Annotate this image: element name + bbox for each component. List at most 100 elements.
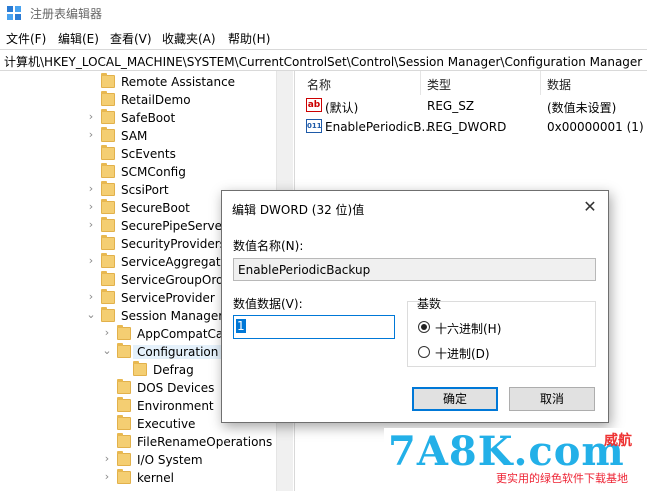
value-data: (数值未设置) bbox=[547, 101, 617, 115]
value-name: EnablePeriodicB... bbox=[325, 120, 433, 134]
chevron-right-icon[interactable]: › bbox=[86, 128, 96, 141]
column-divider[interactable] bbox=[420, 71, 421, 95]
folder-icon bbox=[101, 163, 115, 178]
watermark: 7A8K.com 威航 更实用的绿色软件下载基地 bbox=[384, 428, 647, 491]
column-header-name[interactable]: 名称 bbox=[307, 76, 331, 93]
folder-icon bbox=[101, 199, 115, 214]
chevron-right-icon[interactable]: › bbox=[86, 290, 96, 303]
menu-bar: 文件(F) 编辑(E) 查看(V) 收藏夹(A) 帮助(H) bbox=[0, 26, 647, 48]
folder-icon bbox=[117, 325, 131, 340]
tree-item-label: Executive bbox=[137, 417, 196, 431]
tree-item-label: ScEvents bbox=[121, 147, 176, 161]
radio-selected-icon[interactable] bbox=[418, 321, 430, 333]
tree-item[interactable]: › I/O System bbox=[0, 451, 276, 469]
folder-icon bbox=[133, 361, 147, 376]
column-header-data[interactable]: 数据 bbox=[547, 76, 571, 93]
chevron-down-icon[interactable]: ⌄ bbox=[102, 344, 112, 357]
column-header-type[interactable]: 类型 bbox=[427, 76, 451, 93]
cancel-button[interactable]: 取消 bbox=[509, 387, 595, 411]
tree-item-label: Environment bbox=[137, 399, 214, 413]
close-icon[interactable]: ✕ bbox=[580, 197, 600, 217]
value-data: 0x00000001 (1) bbox=[547, 120, 644, 134]
tree-item-label: FileRenameOperations bbox=[137, 435, 273, 449]
folder-icon bbox=[117, 433, 131, 448]
tree-item-label: SecurityProviders bbox=[121, 237, 226, 251]
tree-item-label: ScsiPort bbox=[121, 183, 169, 197]
tree-item[interactable]: › kernel bbox=[0, 469, 276, 487]
tree-item-label: SecureBoot bbox=[121, 201, 190, 215]
folder-icon bbox=[101, 307, 115, 322]
folder-icon bbox=[117, 397, 131, 412]
registry-editor-icon bbox=[7, 6, 21, 20]
folder-icon bbox=[117, 379, 131, 394]
folder-icon bbox=[117, 469, 131, 484]
tree-item[interactable]: › SafeBoot bbox=[0, 109, 276, 127]
tree-item[interactable]: FileRenameOperations bbox=[0, 433, 276, 451]
chevron-right-icon[interactable]: › bbox=[86, 254, 96, 267]
folder-icon bbox=[101, 271, 115, 286]
folder-icon bbox=[117, 343, 131, 358]
value-type: REG_SZ bbox=[427, 99, 475, 113]
watermark-slogan: 更实用的绿色软件下载基地 bbox=[496, 472, 628, 485]
tree-item-label: I/O System bbox=[137, 453, 203, 467]
folder-icon bbox=[117, 415, 131, 430]
chevron-right-icon[interactable]: › bbox=[102, 470, 112, 483]
value-data-input[interactable]: 1 bbox=[233, 315, 395, 339]
folder-icon bbox=[117, 451, 131, 466]
radio-decimal-label: 十进制(D) bbox=[435, 347, 490, 361]
window-title: 注册表编辑器 bbox=[30, 7, 103, 21]
value-data-text: 1 bbox=[236, 319, 246, 333]
radio-unselected-icon[interactable] bbox=[418, 346, 430, 358]
folder-icon bbox=[101, 109, 115, 124]
string-value-icon: ab bbox=[306, 98, 322, 112]
chevron-right-icon[interactable]: › bbox=[86, 218, 96, 231]
menu-favorites[interactable]: 收藏夹(A) bbox=[162, 30, 216, 47]
tree-item-label: DOS Devices bbox=[137, 381, 215, 395]
tree-item-label: SAM bbox=[121, 129, 148, 143]
base-group: 十六进制(H) 十进制(D) bbox=[407, 301, 596, 367]
chevron-down-icon[interactable]: ⌄ bbox=[86, 308, 96, 321]
menu-file[interactable]: 文件(F) bbox=[6, 30, 46, 47]
menu-edit[interactable]: 编辑(E) bbox=[58, 30, 99, 47]
chevron-right-icon[interactable]: › bbox=[86, 110, 96, 123]
tree-item-label: Defrag bbox=[153, 363, 194, 377]
watermark-brand: 威航 bbox=[604, 433, 632, 449]
tree-item-label: ServiceProvider bbox=[121, 291, 215, 305]
value-name-label: 数值名称(N): bbox=[233, 239, 304, 253]
tree-item[interactable]: SCMConfig bbox=[0, 163, 276, 181]
tree-item-label: AppCompatCac bbox=[137, 327, 230, 341]
tree-item[interactable]: RetailDemo bbox=[0, 91, 276, 109]
value-name-field: EnablePeriodicBackup bbox=[233, 258, 596, 281]
tree-item[interactable]: Remote Assistance bbox=[0, 73, 276, 91]
ok-button[interactable]: 确定 bbox=[412, 387, 498, 411]
value-type: REG_DWORD bbox=[427, 120, 507, 134]
tree-item-label: SCMConfig bbox=[121, 165, 186, 179]
address-bar[interactable]: 计算机\HKEY_LOCAL_MACHINE\SYSTEM\CurrentCon… bbox=[0, 49, 647, 71]
chevron-right-icon[interactable]: › bbox=[86, 182, 96, 195]
watermark-logo: 7A8K.com bbox=[388, 428, 625, 475]
folder-icon bbox=[101, 91, 115, 106]
edit-dword-dialog: 编辑 DWORD (32 位)值 ✕ 数值名称(N): EnablePeriod… bbox=[221, 190, 609, 423]
address-path[interactable]: 计算机\HKEY_LOCAL_MACHINE\SYSTEM\CurrentCon… bbox=[4, 53, 642, 70]
folder-icon bbox=[101, 289, 115, 304]
radio-hex-label: 十六进制(H) bbox=[435, 322, 502, 336]
tree-item[interactable]: › SAM bbox=[0, 127, 276, 145]
column-divider[interactable] bbox=[540, 71, 541, 95]
chevron-right-icon[interactable]: › bbox=[102, 452, 112, 465]
chevron-right-icon[interactable]: › bbox=[102, 326, 112, 339]
tree-item-label: ServiceGroupOrder bbox=[121, 273, 236, 287]
tree-item-label: Remote Assistance bbox=[121, 75, 236, 89]
chevron-right-icon[interactable]: › bbox=[86, 200, 96, 213]
tree-item[interactable]: ScEvents bbox=[0, 145, 276, 163]
value-name: (默认) bbox=[325, 101, 359, 115]
folder-icon bbox=[101, 73, 115, 88]
tree-item-label: kernel bbox=[137, 471, 174, 485]
menu-view[interactable]: 查看(V) bbox=[110, 30, 152, 47]
value-data-label: 数值数据(V): bbox=[233, 297, 303, 311]
title-bar: 注册表编辑器 bbox=[0, 0, 647, 26]
tree-item-label: RetailDemo bbox=[121, 93, 191, 107]
folder-icon bbox=[101, 253, 115, 268]
folder-icon bbox=[101, 181, 115, 196]
menu-help[interactable]: 帮助(H) bbox=[228, 30, 270, 47]
tree-item-label: SafeBoot bbox=[121, 111, 176, 125]
